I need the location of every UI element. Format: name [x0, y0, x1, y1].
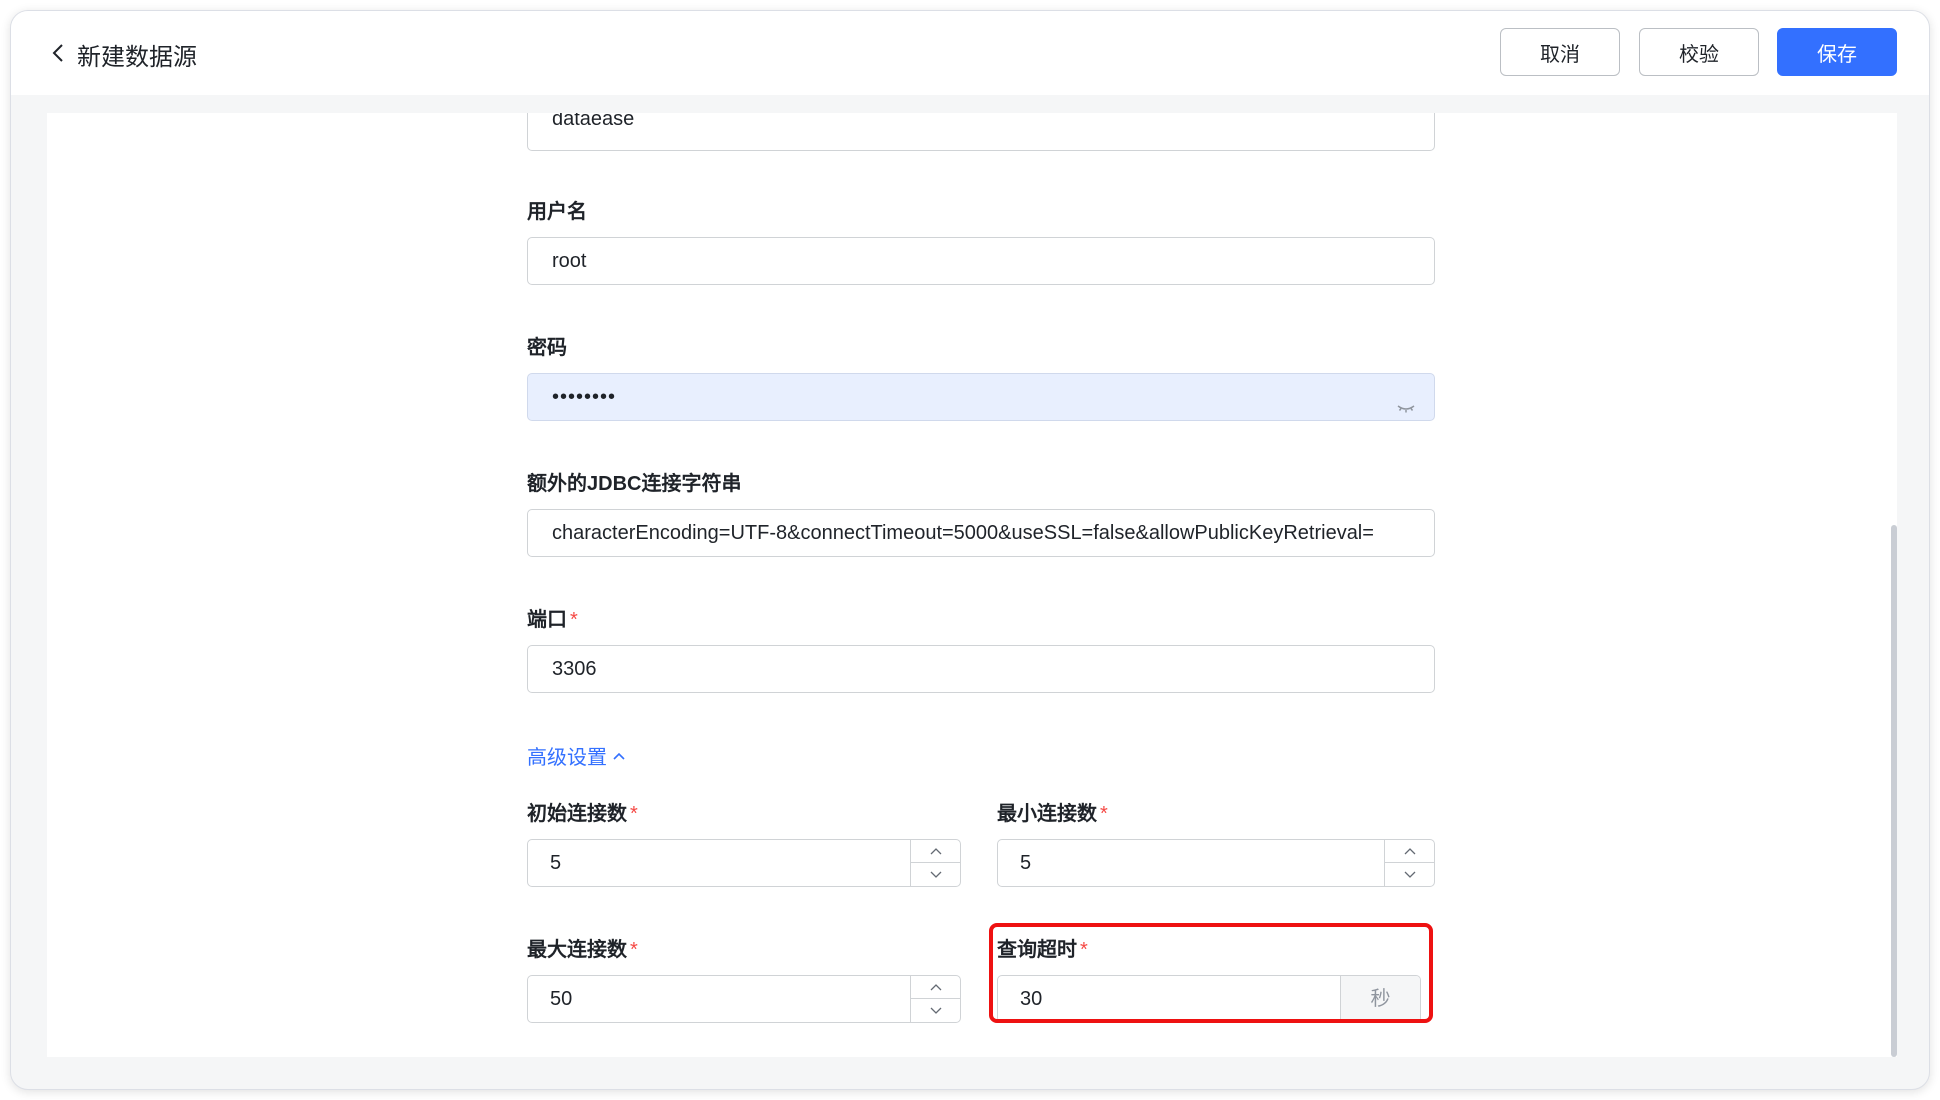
validate-button[interactable]: 校验	[1639, 28, 1759, 76]
vertical-scrollbar[interactable]	[1891, 525, 1897, 1057]
app-window: 新建数据源 取消 校验 保存 dataease 用户名 root 密码 ••••…	[10, 10, 1930, 1090]
page-title: 新建数据源	[77, 44, 197, 71]
min-conn-input[interactable]: 5	[997, 839, 1435, 887]
port-input[interactable]: 3306	[527, 645, 1435, 693]
query-timeout-value: 30	[1020, 988, 1043, 1010]
max-conn-value: 50	[550, 988, 573, 1010]
chevron-up-icon[interactable]	[911, 976, 960, 999]
query-timeout-input[interactable]: 30 秒	[997, 975, 1421, 1023]
chevron-up-icon	[613, 752, 625, 760]
max-conn-label: 最大连接数 *	[527, 939, 638, 961]
query-timeout-label: 查询超时 *	[997, 939, 1088, 961]
chevron-down-icon[interactable]	[1385, 863, 1434, 886]
advanced-settings-label: 高级设置	[527, 747, 607, 769]
seconds-unit-suffix: 秒	[1340, 976, 1420, 1022]
chevron-up-icon[interactable]	[911, 840, 960, 863]
min-conn-stepper	[1384, 840, 1434, 886]
password-label: 密码	[527, 337, 567, 359]
password-value: ••••••••	[552, 386, 617, 408]
jdbc-input[interactable]: characterEncoding=UTF-8&connectTimeout=5…	[527, 509, 1435, 557]
chevron-down-icon[interactable]	[911, 863, 960, 886]
jdbc-label: 额外的JDBC连接字符串	[527, 473, 742, 495]
max-conn-input[interactable]: 50	[527, 975, 961, 1023]
username-label: 用户名	[527, 201, 587, 223]
min-conn-label: 最小连接数 *	[997, 803, 1108, 825]
back-chevron-icon[interactable]	[47, 41, 71, 65]
min-conn-value: 5	[1020, 852, 1032, 874]
save-button[interactable]: 保存	[1777, 28, 1897, 76]
initial-conn-input[interactable]: 5	[527, 839, 961, 887]
username-input[interactable]: root	[527, 237, 1435, 285]
page-header: 新建数据源 取消 校验 保存	[11, 11, 1929, 95]
database-name-input[interactable]: dataease	[527, 113, 1435, 151]
eye-closed-icon[interactable]	[1396, 388, 1416, 413]
initial-conn-label: 初始连接数 *	[527, 803, 638, 825]
initial-conn-value: 5	[550, 852, 562, 874]
password-input[interactable]: ••••••••	[527, 373, 1435, 421]
chevron-down-icon[interactable]	[911, 999, 960, 1022]
max-conn-stepper	[910, 976, 960, 1022]
cancel-button[interactable]: 取消	[1500, 28, 1620, 76]
chevron-up-icon[interactable]	[1385, 840, 1434, 863]
initial-conn-stepper	[910, 840, 960, 886]
advanced-settings-toggle[interactable]: 高级设置	[527, 741, 627, 770]
form-panel: dataease 用户名 root 密码 •••••••• 额外的JDBC连接字…	[47, 113, 1897, 1057]
port-label: 端口 *	[527, 609, 578, 631]
